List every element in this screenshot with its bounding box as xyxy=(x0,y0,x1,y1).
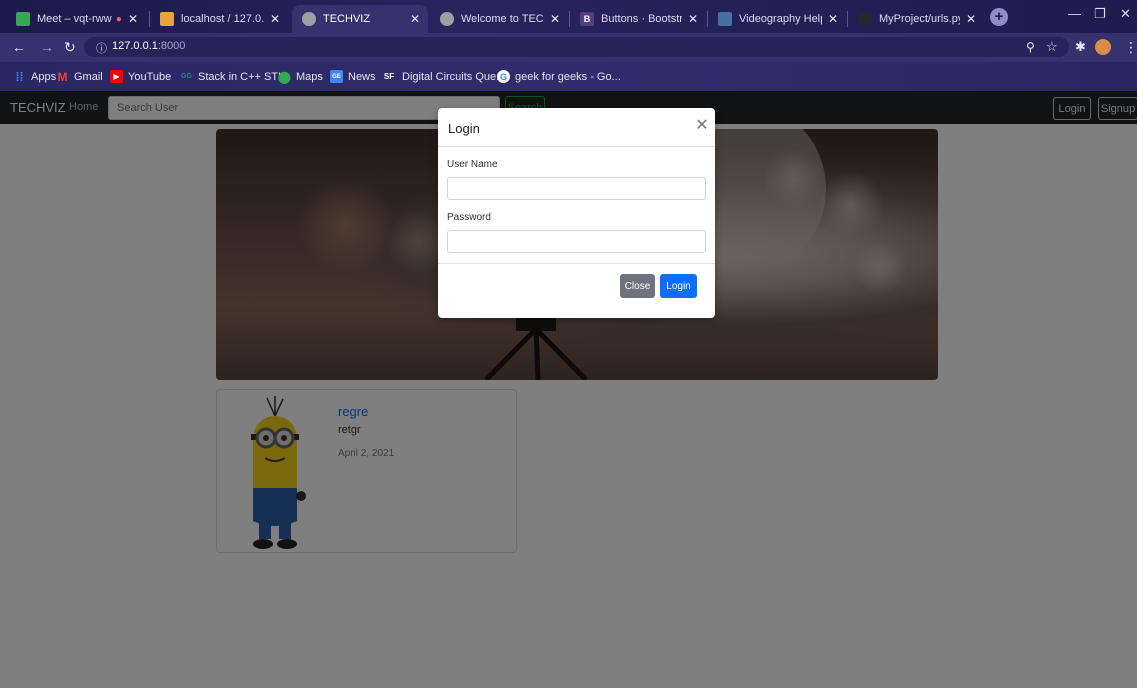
browser-tab-github[interactable]: MyProject/urls.py at m... ✕ xyxy=(848,5,984,33)
minimize-icon[interactable]: — xyxy=(1068,6,1081,21)
phpmyadmin-icon xyxy=(160,12,174,26)
bookmark-digital-circuits[interactable]: SF Digital Circuits Que... xyxy=(381,70,505,83)
url-text[interactable]: 127.0.0.1:8000 xyxy=(112,40,185,52)
bookmark-geek-for-geeks[interactable]: G geek for geeks - Go... xyxy=(497,70,621,83)
modal-close-button[interactable]: Close xyxy=(620,274,655,298)
videography-icon xyxy=(718,12,732,26)
browser-tab-meet[interactable]: Meet – vqt-rwwm ● ✕ xyxy=(6,5,146,33)
back-arrow-icon[interactable]: ← xyxy=(12,39,26,55)
bookmark-stack-stl[interactable]: GG Stack in C++ STL xyxy=(180,70,284,83)
browser-tab-welcome[interactable]: Welcome to TECHVIZ! | ... ✕ xyxy=(430,5,568,33)
sanfoundry-icon: SF xyxy=(383,72,395,81)
username-input[interactable] xyxy=(447,177,706,200)
browser-tab-bootstrap[interactable]: B Buttons · Bootstrap ✕ xyxy=(570,5,706,33)
forward-arrow-icon[interactable]: → xyxy=(40,39,54,55)
recording-icon: ● xyxy=(115,13,122,25)
zoom-icon[interactable]: ⚲ xyxy=(1026,40,1035,54)
youtube-icon: ▶ xyxy=(110,70,123,83)
info-icon[interactable]: ⓘ xyxy=(96,40,107,56)
close-icon[interactable]: ✕ xyxy=(550,12,560,26)
close-icon[interactable]: ✕ xyxy=(410,12,420,26)
username-label: User Name xyxy=(447,159,498,170)
modal-footer-divider xyxy=(438,263,715,264)
google-meet-icon xyxy=(16,12,30,26)
gfg-icon: GG xyxy=(181,73,192,80)
window-close-icon[interactable]: ✕ xyxy=(1120,6,1131,22)
apps-grid-icon: ⁞⁞ xyxy=(15,69,24,84)
news-icon: GE xyxy=(330,70,343,83)
close-icon[interactable]: ✕ xyxy=(966,12,976,26)
menu-kebab-icon[interactable]: ⋮ xyxy=(1124,39,1137,56)
browser-tab-videography[interactable]: Videography Help and ... ✕ xyxy=(708,5,846,33)
globe-icon xyxy=(302,12,316,26)
maps-pin-icon: ⬤ xyxy=(277,69,292,84)
globe-icon xyxy=(440,12,454,26)
new-tab-button[interactable]: + xyxy=(990,8,1008,26)
modal-login-button[interactable]: Login xyxy=(660,274,697,298)
bookmark-apps[interactable]: ⁞⁞ Apps xyxy=(13,69,57,84)
bookmark-gmail[interactable]: M Gmail xyxy=(56,69,103,84)
star-icon[interactable]: ☆ xyxy=(1046,39,1058,55)
password-label: Password xyxy=(447,212,491,223)
close-icon[interactable]: ✕ xyxy=(695,118,709,134)
github-icon xyxy=(858,12,872,26)
browser-tab-strip: Meet – vqt-rwwm ● ✕ localhost / 127.0.0.… xyxy=(0,0,1137,33)
google-icon: G xyxy=(497,70,510,83)
browser-tab-localhost[interactable]: localhost / 127.0.0.1 / ... ✕ xyxy=(150,5,288,33)
extensions-puzzle-icon[interactable]: ✱ xyxy=(1075,39,1086,55)
profile-avatar[interactable] xyxy=(1095,39,1111,55)
modal-title: Login xyxy=(448,121,480,136)
login-modal: Login ✕ User Name Password Close Login xyxy=(438,108,715,318)
close-icon[interactable]: ✕ xyxy=(828,12,838,26)
close-icon[interactable]: ✕ xyxy=(688,12,698,26)
password-input[interactable] xyxy=(447,230,706,253)
browser-tab-techviz[interactable]: TECHVIZ ✕ xyxy=(292,5,428,33)
reload-icon[interactable]: ↻ xyxy=(64,39,76,56)
address-bar[interactable] xyxy=(84,37,1069,57)
bookmark-youtube[interactable]: ▶ YouTube xyxy=(110,70,171,83)
web-page: TECHVIZ Home Search Login Signup xyxy=(0,91,1137,688)
modal-header-divider xyxy=(438,146,715,147)
close-icon[interactable]: ✕ xyxy=(128,12,138,26)
gmail-icon: M xyxy=(57,69,68,84)
close-icon[interactable]: ✕ xyxy=(270,12,280,26)
bootstrap-icon: B xyxy=(580,12,594,26)
bookmark-news[interactable]: GE News xyxy=(330,70,376,83)
bookmark-maps[interactable]: ⬤ Maps xyxy=(277,69,323,84)
restore-icon[interactable]: ❐ xyxy=(1094,6,1106,22)
